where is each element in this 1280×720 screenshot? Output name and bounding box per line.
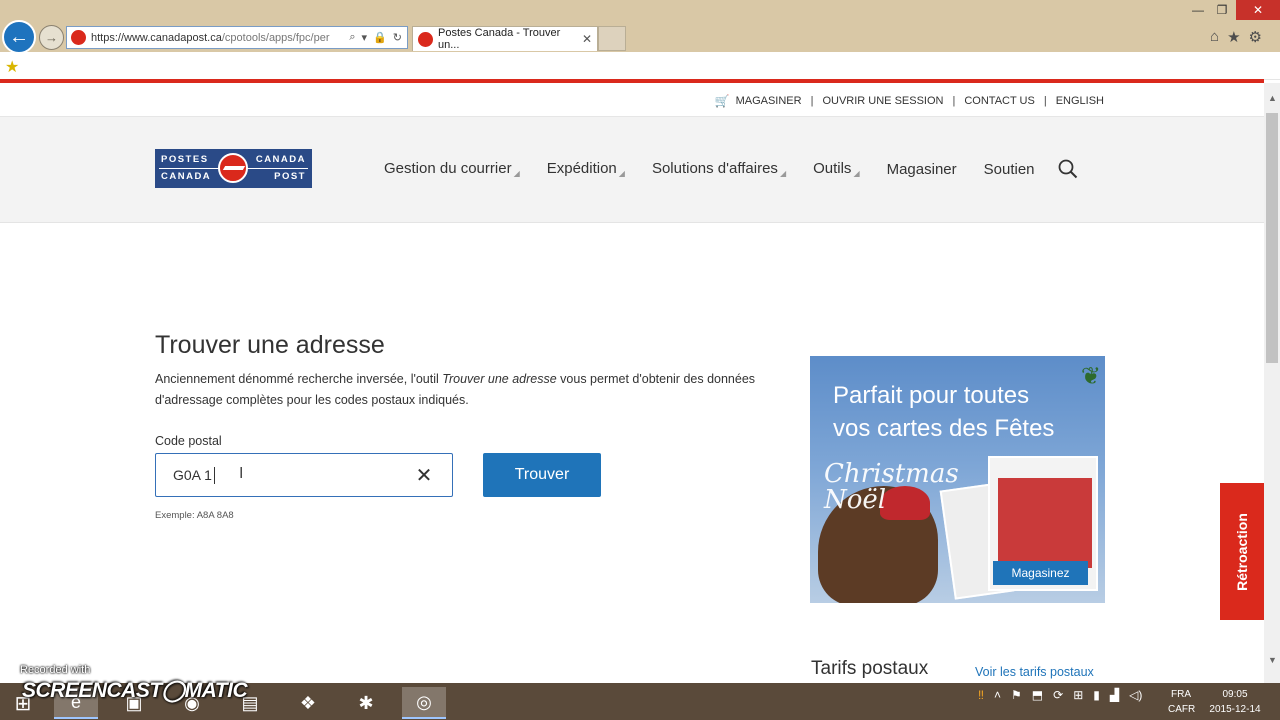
site-favicon-icon <box>71 30 86 45</box>
mouse-ibeam-cursor-icon: I <box>239 465 244 482</box>
nav-item-soutien[interactable]: Soutien <box>984 161 1035 178</box>
language-link[interactable]: ENGLISH <box>1056 95 1104 107</box>
tray-flag-icon[interactable]: ⚑ <box>1011 688 1022 702</box>
refresh-icon[interactable]: ↻ <box>393 31 402 44</box>
search-icon[interactable]: ⌕ <box>349 31 355 44</box>
postal-code-input[interactable] <box>155 453 453 497</box>
nav-item-outils[interactable]: Outils ◢ <box>813 160 860 178</box>
tab-close-icon[interactable]: ✕ <box>582 32 592 46</box>
main-nav: Gestion du courrier ◢ Expédition ◢ Solutio… <box>384 160 1062 178</box>
favorites-star-icon[interactable]: ★ <box>1227 28 1240 46</box>
window-maximize-button[interactable]: ❐ <box>1210 0 1234 20</box>
browser-tab[interactable]: Postes Canada - Trouver un... ✕ <box>412 26 598 51</box>
taskbar-dropbox-icon[interactable]: ❖ <box>286 687 330 719</box>
separator: | <box>952 95 956 107</box>
address-bar[interactable]: https://www.canadapost.ca/cpotools/apps/… <box>66 26 408 49</box>
caret-icon: ◢ <box>618 169 625 178</box>
nav-item-expedition[interactable]: Expédition ◢ <box>547 160 625 178</box>
forward-button[interactable]: → <box>39 25 64 50</box>
postal-rates-link[interactable]: Voir les tarifs postaux <box>975 665 1094 679</box>
tray-notification-icon[interactable]: ‼ <box>978 688 984 702</box>
separator: | <box>1043 95 1047 107</box>
tab-title: Postes Canada - Trouver un... <box>438 27 561 51</box>
caret-icon: ◢ <box>779 169 787 178</box>
tray-icons: ‼ ˄ ⚑ ⬒ ⟳ ⊞ ▮ ▟ ◁) <box>978 688 1142 702</box>
site-header: POSTES CANADA CANADA POST Gestion du cou… <box>0 117 1264 223</box>
scrollbar-thumb[interactable] <box>1266 113 1278 363</box>
watermark-recorded-with: Recorded with <box>20 664 91 676</box>
home-icon[interactable]: ⌂ <box>1210 28 1219 46</box>
arrow-left-icon: ← <box>9 25 29 48</box>
arrow-right-icon: → <box>45 30 58 45</box>
feedback-tab[interactable]: Rétroaction <box>1220 483 1264 620</box>
favorites-bar <box>0 52 1280 80</box>
browser-toolbar-icons: ⌂ ★ ⚙ <box>1210 28 1262 46</box>
tray-language[interactable]: FRA CAFR <box>1168 687 1195 717</box>
lock-icon[interactable]: 🔒 <box>373 31 387 44</box>
new-tab-button[interactable] <box>598 26 626 51</box>
tray-windows-icon[interactable]: ⊞ <box>1073 688 1083 702</box>
add-favorite-icon[interactable]: ★ <box>5 57 19 77</box>
postal-rates-heading: Tarifs postaux <box>811 658 929 679</box>
nav-item-solutions-affaires[interactable]: Solutions d'affaires ◢ <box>652 160 786 178</box>
taskbar-screencast-icon[interactable]: ◎ <box>402 687 446 719</box>
promo-headline: Parfait pour toutes vos cartes des Fêtes <box>833 382 1055 442</box>
tray-display-icon[interactable]: ⬒ <box>1032 688 1043 702</box>
nav-item-gestion-du-courrier[interactable]: Gestion du courrier ◢ <box>384 160 520 178</box>
caret-icon: ◢ <box>513 169 520 178</box>
tab-favicon-icon <box>418 31 433 47</box>
find-button[interactable]: Trouver <box>483 453 601 497</box>
caret-icon: ◢ <box>853 169 860 178</box>
scroll-down-icon[interactable]: ▼ <box>1268 655 1277 665</box>
shop-link[interactable]: MAGASINER <box>736 95 802 107</box>
postal-code-label: Code postal <box>155 434 222 448</box>
page-description: Anciennement dénommé recherche inversée,… <box>155 372 756 407</box>
scroll-up-icon[interactable]: ▲ <box>1268 93 1277 103</box>
tray-sync-icon[interactable]: ⟳ <box>1053 688 1063 702</box>
holiday-promo-banner[interactable]: Parfait pour toutes vos cartes des Fêtes… <box>810 356 1105 603</box>
canada-post-logo[interactable]: POSTES CANADA CANADA POST <box>155 149 312 188</box>
taskbar-app-icon[interactable]: ✱ <box>344 687 388 719</box>
nav-item-magasiner[interactable]: Magasiner <box>887 161 957 178</box>
back-button[interactable]: ← <box>2 20 36 54</box>
settings-gear-icon[interactable]: ⚙ <box>1249 28 1262 46</box>
separator: | <box>810 95 814 107</box>
tray-expand-icon[interactable]: ˄ <box>994 688 1001 702</box>
logo-mark-icon <box>218 153 248 183</box>
tray-clock[interactable]: 09:05 2015-12-14 <box>1206 687 1264 717</box>
tray-battery-icon[interactable]: ▮ <box>1093 688 1100 702</box>
search-icon[interactable] <box>1058 159 1078 179</box>
watermark-screencast: SCREENCAST◯MATIC <box>22 679 248 702</box>
contact-link[interactable]: CONTACT US <box>964 95 1035 107</box>
clear-input-button[interactable]: ✕ <box>414 463 434 487</box>
holly-icon: ❦ <box>1080 363 1101 390</box>
utility-bar: 🛒 MAGASINER | OUVRIR UNE SESSION | CONTA… <box>0 83 1264 117</box>
login-link[interactable]: OUVRIR UNE SESSION <box>822 95 943 107</box>
page-scrollbar[interactable]: ▲ ▼ <box>1264 83 1280 683</box>
postal-code-example: Exemple: A8A 8A8 <box>155 510 234 521</box>
page-title: Trouver une adresse <box>155 331 385 359</box>
promo-script-text: Christmas Noël <box>824 459 959 515</box>
dropdown-icon[interactable]: ▾ <box>362 31 368 44</box>
cart-icon: 🛒 <box>714 94 730 108</box>
text-caret <box>214 467 215 484</box>
tray-network-icon[interactable]: ▟ <box>1110 688 1119 702</box>
tray-volume-icon[interactable]: ◁) <box>1129 688 1142 702</box>
address-url: https://www.canadapost.ca/cpotools/apps/… <box>91 31 330 44</box>
promo-shop-button[interactable]: Magasinez <box>993 561 1088 585</box>
window-close-button[interactable]: ✕ <box>1236 0 1280 20</box>
window-minimize-button[interactable]: — <box>1186 0 1210 20</box>
